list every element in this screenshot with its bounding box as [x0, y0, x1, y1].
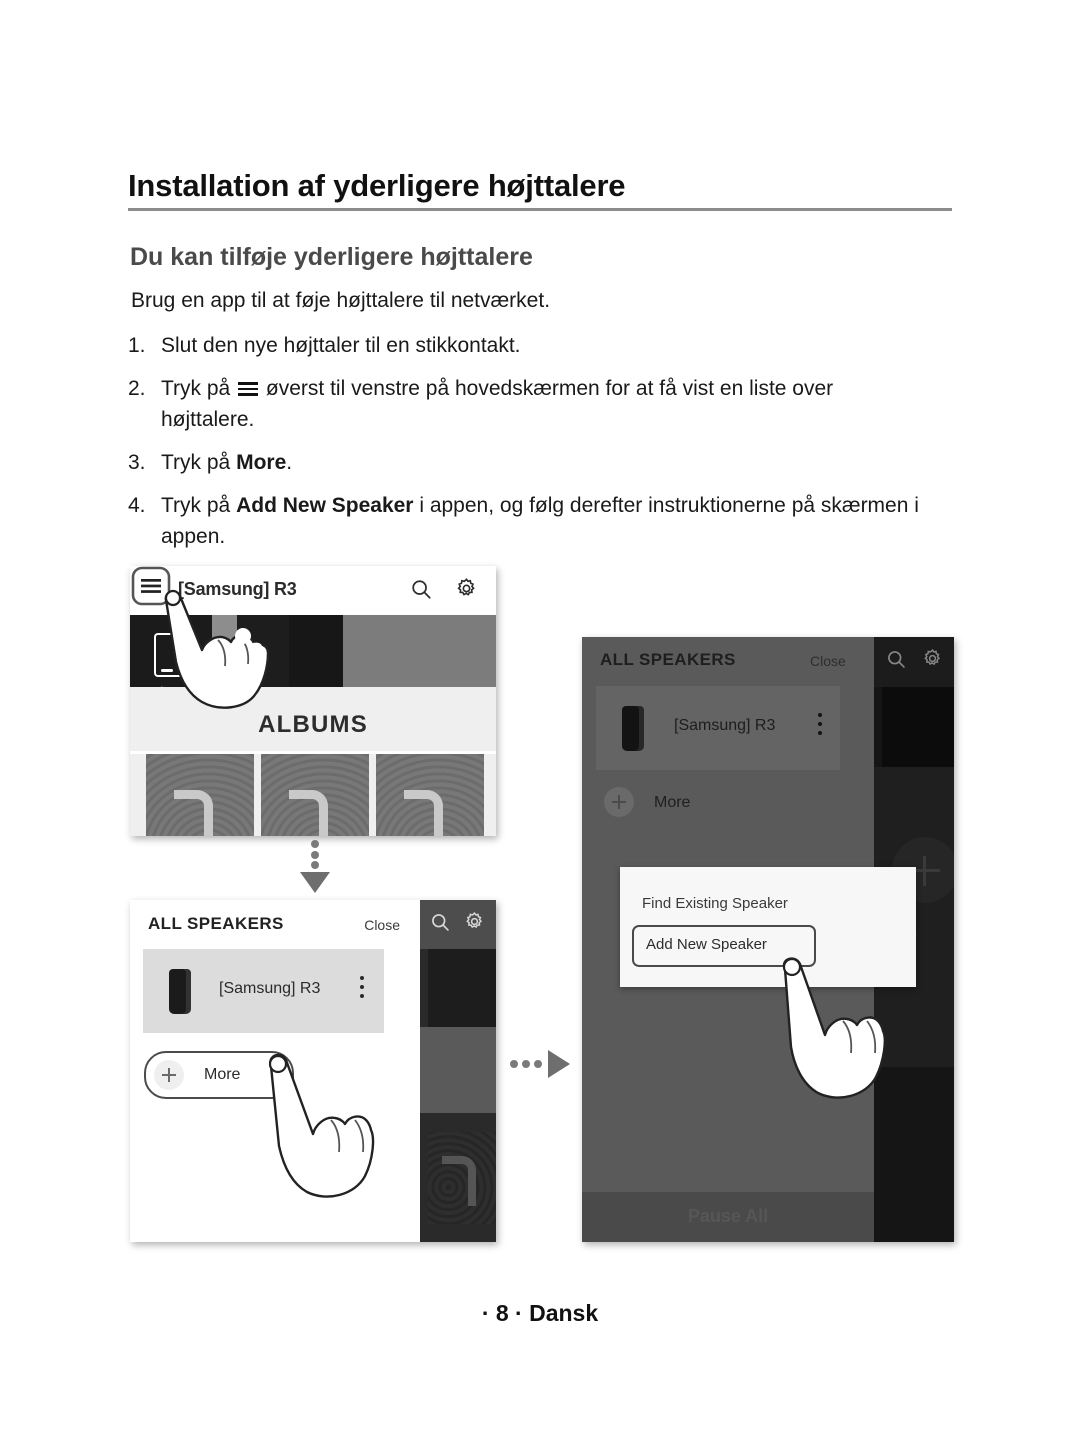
search-icon[interactable] [886, 649, 906, 674]
flow-arrow-down-icon [295, 838, 335, 898]
phone-icon [154, 633, 184, 677]
speaker-name: [Samsung] R3 [674, 717, 776, 734]
app-bar: [Samsung] R3 [130, 566, 496, 615]
music-note-icon [404, 790, 443, 836]
menu-item-add-new-speaker[interactable]: Add New Speaker [632, 925, 816, 967]
album-thumbnail[interactable] [376, 754, 484, 836]
menu-item-add-new-speaker-label: Add New Speaker [646, 936, 767, 953]
gear-icon[interactable] [455, 577, 478, 605]
instruction-figure: [Samsung] R3 My Phone ALB [0, 0, 1080, 1451]
more-button[interactable]: More [144, 1051, 294, 1099]
speaker-list-item[interactable]: [Samsung] R3 [596, 686, 840, 770]
background-app-content [420, 900, 496, 1242]
album-thumbnail[interactable] [146, 754, 254, 836]
album-grid [130, 754, 496, 836]
background-tile [428, 949, 496, 1027]
source-tile[interactable] [289, 615, 343, 687]
panel-title: ALL SPEAKERS [600, 650, 736, 669]
app-title: [Samsung] R3 [178, 579, 297, 599]
screenshot-all-speakers-dark: More ALL SPEAKERS Close [Samsung] R3 Mor… [582, 637, 954, 1242]
music-note-icon [289, 790, 328, 836]
background-tile [882, 687, 954, 767]
all-speakers-panel: ALL SPEAKERS Close [Samsung] R3 More [130, 900, 420, 1242]
flow-arrow-right-icon [508, 1047, 574, 1081]
source-tile[interactable] [343, 615, 496, 687]
speaker-name: [Samsung] R3 [219, 980, 321, 997]
menu-item-find-existing-speaker[interactable]: Find Existing Speaker [642, 895, 788, 912]
add-speaker-dialog: Find Existing Speaker Add New Speaker [620, 867, 916, 987]
background-app-bar [874, 637, 954, 687]
more-button-label: More [204, 1066, 241, 1083]
music-note-icon [442, 1156, 476, 1206]
plus-icon [154, 1060, 184, 1090]
search-icon[interactable] [410, 578, 432, 605]
pause-all-label: Pause All [687, 1206, 769, 1226]
pause-all-bar[interactable]: Pause All [582, 1192, 874, 1242]
source-strip: My Phone [130, 615, 496, 703]
kebab-menu-icon[interactable] [360, 976, 364, 1003]
close-button[interactable]: Close [810, 653, 846, 669]
background-tile [420, 1027, 496, 1113]
plus-icon [604, 787, 634, 817]
background-app-bar [420, 900, 496, 949]
speaker-list-item[interactable]: [Samsung] R3 [143, 949, 384, 1033]
gear-icon[interactable] [464, 911, 485, 937]
albums-heading: ALBUMS [258, 711, 368, 738]
background-album-tile [428, 1132, 496, 1224]
source-tile[interactable] [237, 615, 289, 687]
panel-title: ALL SPEAKERS [148, 914, 284, 933]
speaker-icon [169, 969, 191, 1014]
speaker-icon [622, 706, 644, 751]
more-button-label[interactable]: More [654, 794, 690, 812]
search-icon[interactable] [430, 912, 450, 937]
gear-icon[interactable] [922, 648, 943, 674]
music-note-icon [174, 790, 213, 836]
album-thumbnail[interactable] [261, 754, 369, 836]
page-footer: · 8 · Dansk [481, 1300, 599, 1326]
screenshot-all-speakers-light: ALL SPEAKERS Close [Samsung] R3 More [130, 900, 496, 1242]
screenshot-home-screen: [Samsung] R3 My Phone ALB [130, 566, 496, 836]
kebab-menu-icon[interactable] [818, 713, 822, 740]
close-button[interactable]: Close [364, 917, 400, 933]
